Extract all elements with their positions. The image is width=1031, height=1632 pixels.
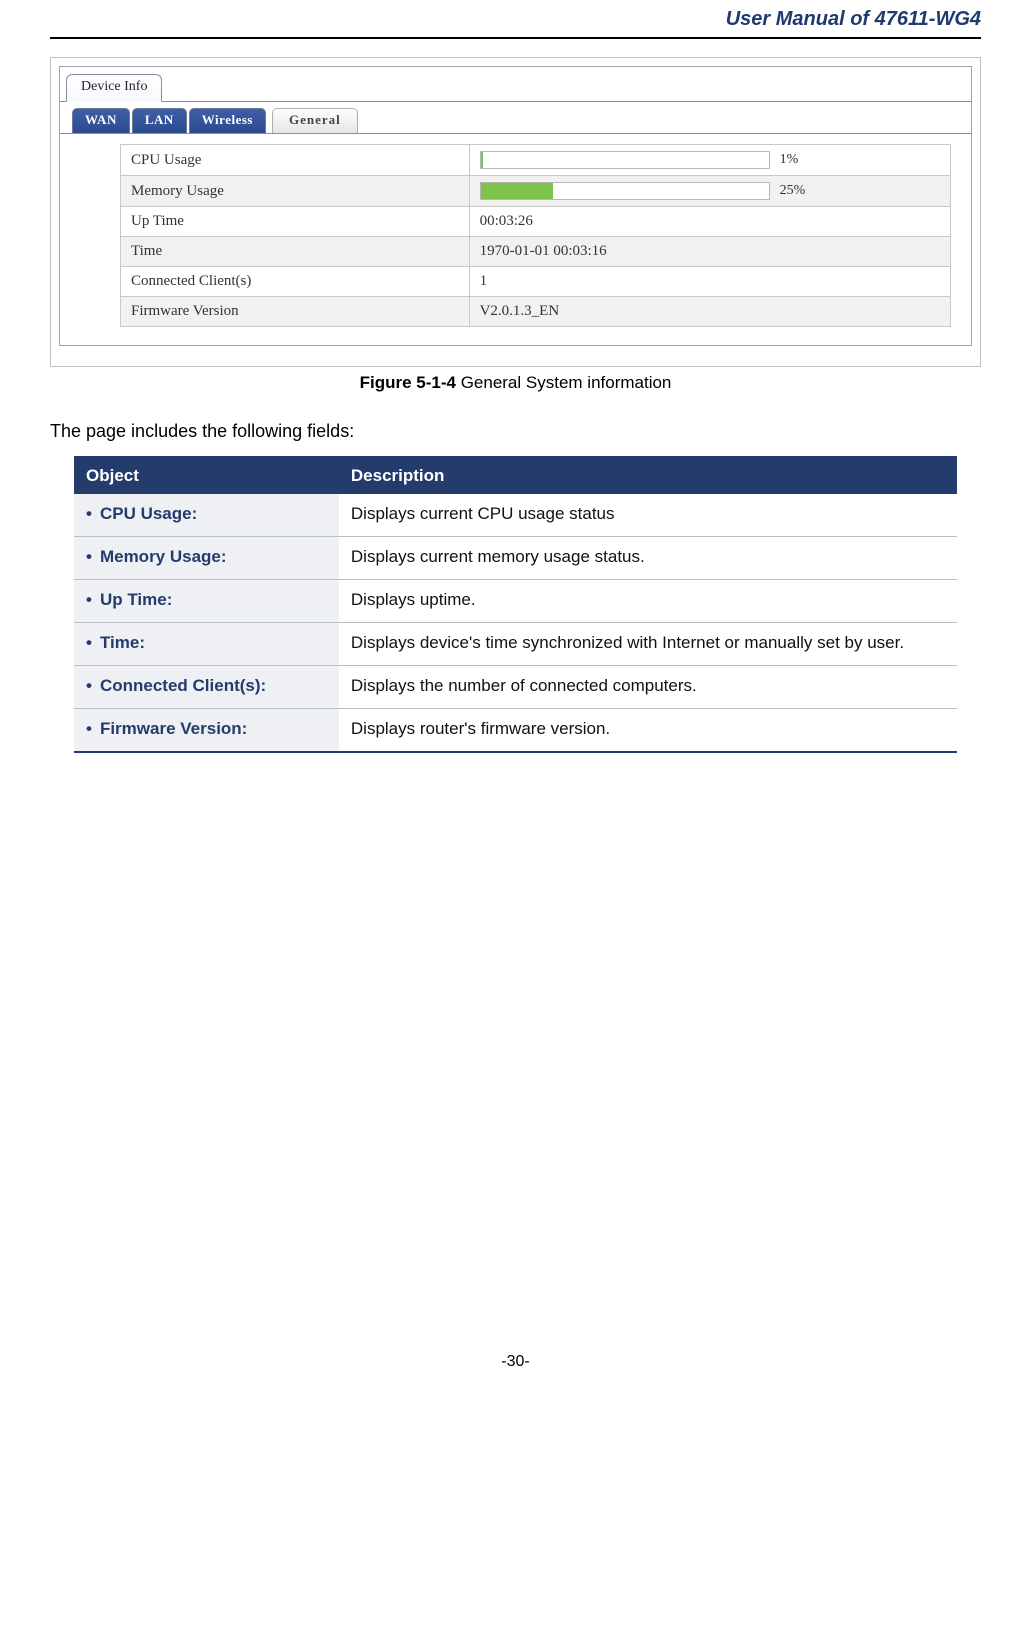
figure-caption-text: General System information [461,373,672,392]
figure-number: Figure 5-1-4 [360,373,456,392]
object-cell: • Time: [74,623,339,666]
document-header-title: User Manual of 47611-WG4 [50,0,981,35]
table-row: • CPU Usage: Displays current CPU usage st… [74,494,957,537]
info-row: Memory Usage 25% [121,176,951,207]
subtab-wan[interactable]: WAN [72,108,130,133]
table-row: • Firmware Version: Displays router's firm… [74,709,957,752]
info-row-value: 00:03:26 [469,207,950,237]
info-row-value: 1970-01-01 00:03:16 [469,237,950,267]
bullet-icon: • [86,676,92,695]
progress-percent: 1% [780,152,799,168]
bullet-icon: • [86,547,92,566]
progress-wrap: 1% [480,151,940,169]
bullet-icon: • [86,633,92,652]
header-rule [50,37,981,39]
subtab-lan[interactable]: LAN [132,108,187,133]
description-cell: Displays router's firmware version. [339,709,957,752]
object-label: Up Time: [100,590,172,609]
object-label: Firmware Version: [100,719,247,738]
tab-device-info[interactable]: Device Info [66,74,162,102]
info-row-label: Time [121,237,470,267]
info-row-value: V2.0.1.3_EN [469,297,950,327]
bullet-icon: • [86,590,92,609]
description-cell: Displays uptime. [339,580,957,623]
bullet-icon: • [86,719,92,738]
info-row: CPU Usage 1% [121,145,951,176]
table-row: • Up Time: Displays uptime. [74,580,957,623]
object-cell: • Connected Client(s): [74,666,339,709]
subtab-general[interactable]: General [272,108,358,133]
sub-tab-bar: WAN LAN Wireless General [60,101,971,133]
subtab-wireless[interactable]: Wireless [189,108,266,133]
info-row-value: 1% [469,145,950,176]
intro-text: The page includes the following fields: [50,421,981,442]
page-number: -30- [50,1353,981,1371]
info-row-value: 25% [469,176,950,207]
object-cell: • Memory Usage: [74,537,339,580]
info-row-label: CPU Usage [121,145,470,176]
description-cell: Displays current memory usage status. [339,537,957,580]
info-row-label: Connected Client(s) [121,267,470,297]
object-cell: • Up Time: [74,580,339,623]
info-row: Firmware VersionV2.0.1.3_EN [121,297,951,327]
table-row: • Time: Displays device's time synchronize… [74,623,957,666]
progress-wrap: 25% [480,182,940,200]
description-cell: Displays current CPU usage status [339,494,957,537]
info-row: Time1970-01-01 00:03:16 [121,237,951,267]
object-cell: • Firmware Version: [74,709,339,752]
figure-caption: Figure 5-1-4 General System information [50,373,981,393]
progress-bar [480,182,770,200]
info-row-label: Up Time [121,207,470,237]
info-row-label: Firmware Version [121,297,470,327]
bullet-icon: • [86,504,92,523]
progress-bar [480,151,770,169]
top-tab-bar: Device Info [60,67,971,101]
general-info-panel: CPU Usage 1% Memory Usage 25% Up Time00:03:2… [60,133,971,345]
table-row: • Connected Client(s): Displays the number… [74,666,957,709]
object-label: Connected Client(s): [100,676,266,695]
info-row-value: 1 [469,267,950,297]
progress-fill [481,152,484,168]
description-table: Object Description • CPU Usage: Displays c… [74,458,957,751]
general-info-table: CPU Usage 1% Memory Usage 25% Up Time00:03:2… [120,144,951,327]
object-label: CPU Usage: [100,504,197,523]
progress-fill [481,183,553,199]
device-info-window: Device Info WAN LAN Wireless General CPU… [59,66,972,346]
progress-percent: 25% [780,183,806,199]
screenshot-panel: Device Info WAN LAN Wireless General CPU… [50,57,981,367]
description-table-wrap: Object Description • CPU Usage: Displays c… [74,456,957,753]
object-label: Memory Usage: [100,547,227,566]
info-row: Connected Client(s)1 [121,267,951,297]
col-header-object: Object [74,458,339,494]
object-cell: • CPU Usage: [74,494,339,537]
object-label: Time: [100,633,145,652]
info-row-label: Memory Usage [121,176,470,207]
info-row: Up Time00:03:26 [121,207,951,237]
description-cell: Displays the number of connected compute… [339,666,957,709]
description-cell: Displays device's time synchronized with… [339,623,957,666]
col-header-description: Description [339,458,957,494]
table-row: • Memory Usage: Displays current memory us… [74,537,957,580]
